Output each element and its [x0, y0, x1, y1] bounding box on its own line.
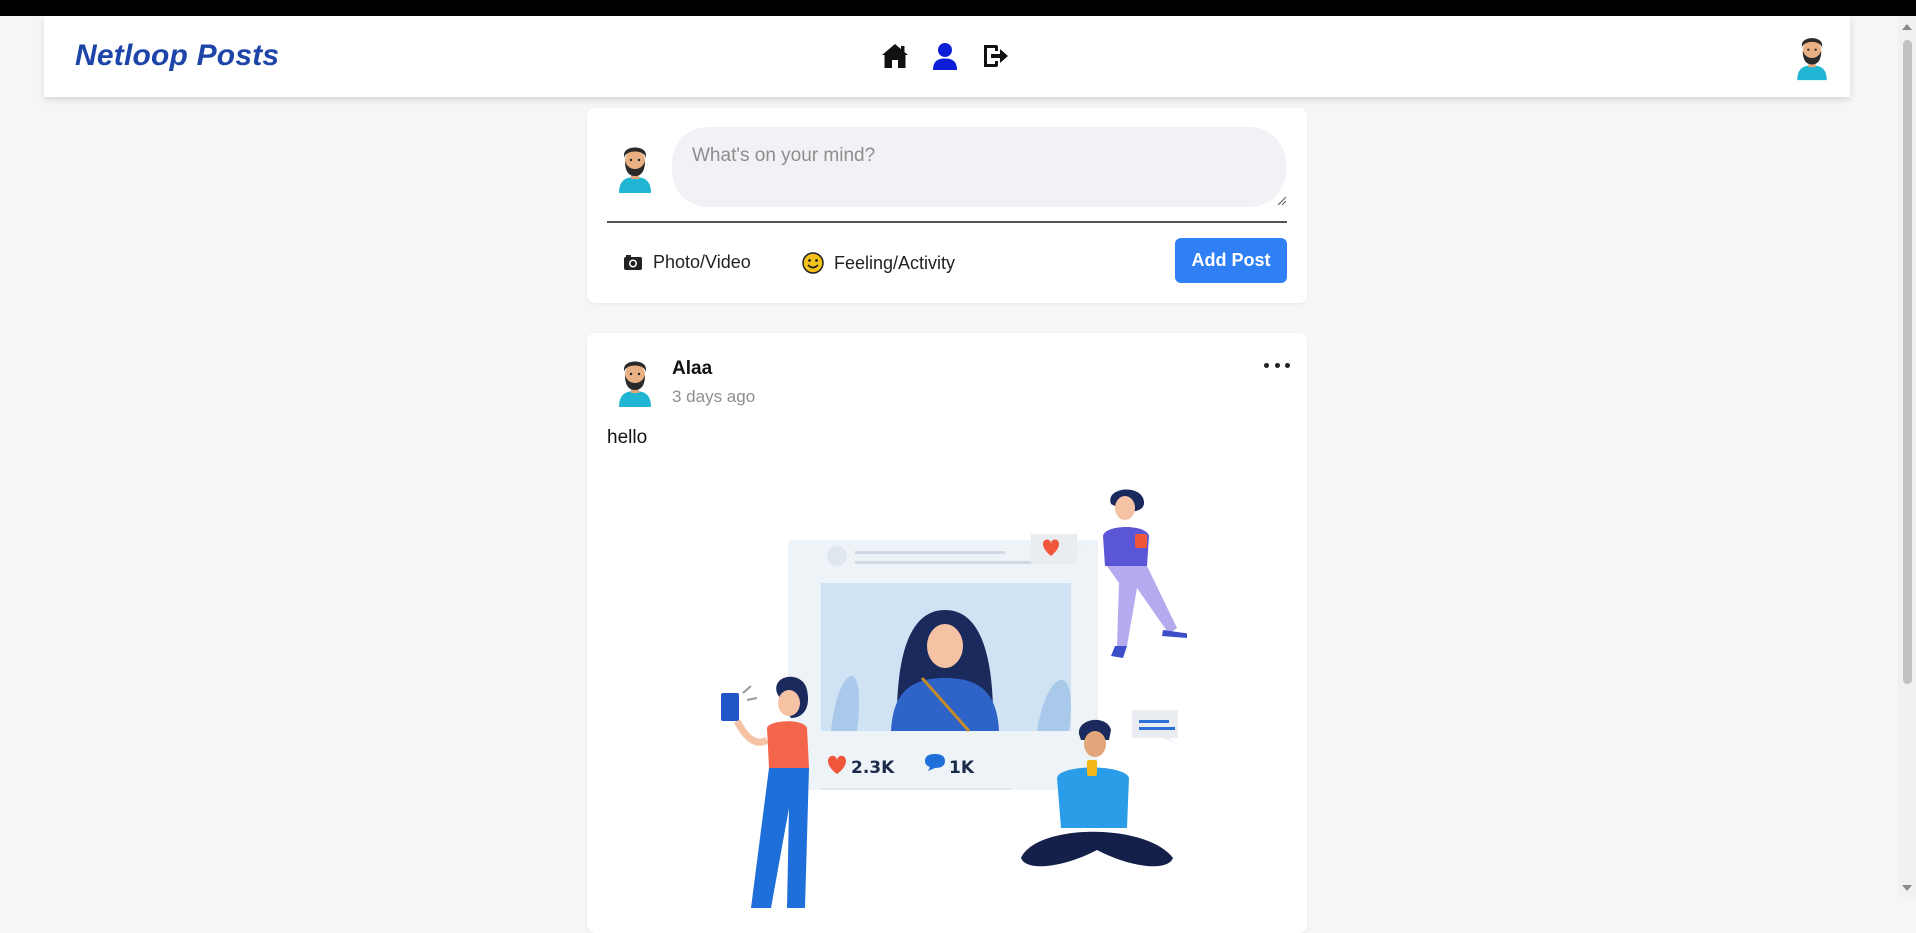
photo-video-label: Photo/Video: [653, 252, 751, 272]
post-timestamp: 3 days ago: [672, 387, 756, 406]
brand-logo[interactable]: Netloop Posts: [75, 39, 279, 73]
resize-grip-icon[interactable]: [1276, 195, 1286, 205]
scroll-down-icon[interactable]: [1902, 885, 1912, 891]
smiley-icon: [802, 252, 824, 274]
post-author-name[interactable]: Alaa: [672, 358, 712, 380]
image-comments-count: 1K: [949, 758, 975, 778]
post-options-icon[interactable]: [1264, 357, 1290, 373]
add-post-button[interactable]: Add Post: [1175, 238, 1287, 283]
scrollbar-thumb[interactable]: [1903, 40, 1912, 684]
profile-icon[interactable]: [930, 41, 960, 71]
photo-video-button[interactable]: Photo/Video: [623, 252, 751, 273]
page-scrollbar[interactable]: [1898, 16, 1916, 897]
home-icon[interactable]: [880, 41, 910, 71]
user-avatar[interactable]: [1788, 34, 1836, 82]
post-composer: Photo/Video Feeling/Activity Add Post: [587, 108, 1307, 303]
camera-icon: [624, 254, 642, 270]
post-image[interactable]: 2.3K 1K: [707, 478, 1187, 908]
post-body-text: hello: [607, 427, 648, 448]
scroll-up-icon[interactable]: [1902, 24, 1912, 30]
composer-avatar: [611, 143, 659, 195]
nav-icon-group: [880, 41, 1010, 71]
post-text-input[interactable]: [672, 127, 1286, 207]
feeling-activity-label: Feeling/Activity: [834, 252, 956, 273]
browser-top-strip: [0, 0, 1916, 16]
post-author-avatar[interactable]: [611, 357, 659, 409]
feeling-activity-button[interactable]: Feeling/Activity: [802, 252, 955, 274]
image-likes-count: 2.3K: [851, 758, 895, 778]
composer-divider: [607, 221, 1287, 223]
post-card: Alaa 3 days ago hello 2.3K 1K: [587, 333, 1307, 933]
logout-icon[interactable]: [980, 41, 1010, 71]
top-navbar: Netloop Posts: [44, 16, 1850, 97]
